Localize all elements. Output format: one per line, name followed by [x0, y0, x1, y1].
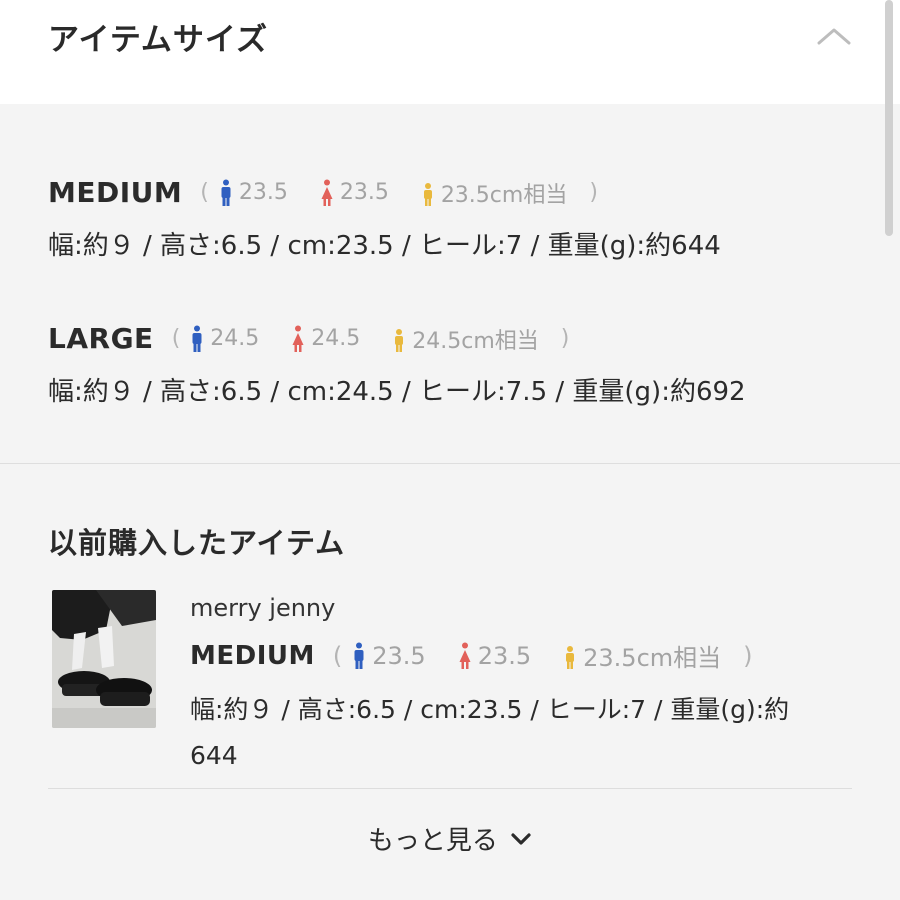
woman-icon	[292, 325, 304, 352]
child-icon	[423, 182, 432, 206]
man-icon	[354, 642, 364, 669]
woman-icon	[459, 642, 471, 669]
scrollbar[interactable]	[885, 0, 893, 236]
chevron-down-icon	[511, 832, 531, 845]
collapse-button[interactable]	[814, 18, 854, 54]
men-size: 23.5	[372, 641, 426, 670]
purchased-item: merry jenny MEDIUM ( 23.5 23.5 23.5cm相当 …	[190, 594, 830, 779]
child-icon	[566, 645, 575, 669]
kids-size: 24.5cm相当	[412, 328, 539, 354]
men-size: 24.5	[210, 326, 260, 351]
fit-guide: ( 23.5 23.5 23.5cm相当)	[200, 177, 598, 209]
men-size: 23.5	[238, 180, 288, 205]
close-paren: )	[560, 326, 570, 351]
product-photo	[52, 590, 156, 728]
show-more-label: もっと見る	[367, 826, 498, 856]
show-more-button[interactable]: もっと見る	[0, 820, 900, 857]
size-details: 幅:約９ / 高さ:6.5 / cm:23.5 / ヒール:7 / 重量(g):…	[48, 231, 721, 261]
women-size: 23.5	[339, 180, 389, 205]
open-paren: (	[332, 641, 343, 670]
size-name: MEDIUM	[190, 640, 315, 671]
item-divider	[48, 788, 852, 789]
fit-guide: ( 24.5 24.5 24.5cm相当)	[171, 323, 570, 355]
close-paren: )	[589, 180, 598, 205]
close-paren: )	[743, 641, 753, 670]
man-icon	[221, 179, 231, 206]
women-size: 23.5	[477, 641, 532, 670]
size-name: LARGE	[48, 322, 154, 355]
size-name: MEDIUM	[48, 176, 183, 209]
woman-icon	[321, 179, 333, 206]
fit-guide: ( 23.5 23.5 23.5cm相当)	[333, 638, 753, 673]
size-row-medium: MEDIUM ( 23.5 23.5 23.5cm相当) 幅:約９ / 高さ:…	[48, 176, 721, 262]
item-brand[interactable]: merry jenny	[190, 594, 830, 622]
section-title-purchased: 以前購入したアイテム	[48, 526, 346, 560]
chevron-up-icon	[817, 28, 851, 45]
kids-size: 23.5cm相当	[583, 644, 722, 672]
man-icon	[192, 325, 202, 352]
size-row-large: LARGE ( 24.5 24.5 24.5cm相当) 幅:約９ / 高さ:6…	[48, 322, 746, 408]
product-thumbnail[interactable]	[52, 590, 156, 728]
open-paren: (	[200, 180, 209, 205]
size-details: 幅:約９ / 高さ:6.5 / cm:24.5 / ヒール:7.5 / 重量(g…	[48, 377, 746, 407]
section-divider	[0, 463, 900, 464]
child-icon	[395, 328, 404, 352]
kids-size: 23.5cm相当	[440, 182, 568, 208]
open-paren: (	[171, 326, 181, 351]
item-details: 幅:約９ / 高さ:6.5 / cm:23.5 / ヒール:7 / 重量(g):…	[190, 695, 790, 770]
item-size-header: アイテムサイズ	[0, 0, 900, 104]
women-size: 24.5	[311, 326, 361, 351]
section-title-item-size: アイテムサイズ	[48, 22, 268, 58]
